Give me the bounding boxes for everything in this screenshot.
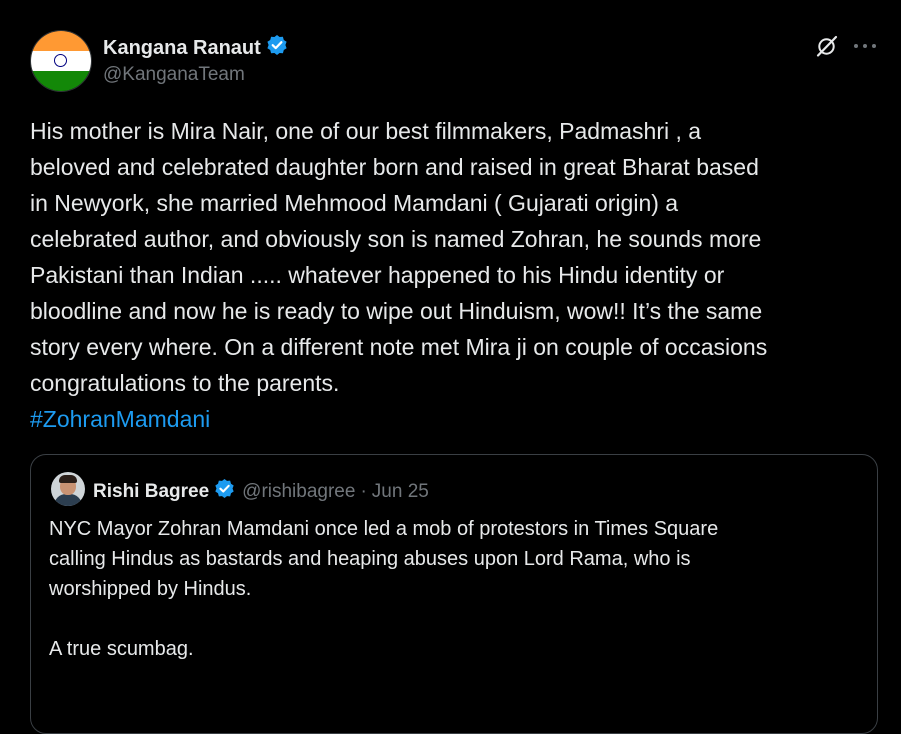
quoted-closing: A true scumbag. [49, 638, 194, 660]
quoted-line: worshipped by Hindus. [49, 578, 252, 600]
author-name[interactable]: Kangana Ranaut [103, 37, 261, 60]
tweet-line: His mother is Mira Nair, one of our best… [30, 118, 702, 144]
verified-badge-icon[interactable] [266, 34, 288, 62]
avatar-shirt [54, 494, 82, 506]
flag-white-band [31, 51, 91, 71]
quoted-line: NYC Mayor Zohran Mamdani once led a mob … [49, 518, 719, 540]
quoted-author-handle[interactable]: @rishibagree [242, 481, 355, 503]
quoted-author-name[interactable]: Rishi Bagree [93, 481, 209, 503]
tweet-line: beloved and celebrated daughter born and… [30, 154, 759, 180]
tweet-line: bloodline and now he is ready to wipe ou… [30, 298, 763, 324]
flag-saffron-band [31, 31, 91, 51]
quoted-author-avatar[interactable] [51, 472, 85, 506]
author-avatar[interactable] [30, 30, 92, 92]
tweet-line: in Newyork, she married Mehmood Mamdani … [30, 190, 679, 216]
quoted-line: calling Hindus as bastards and heaping a… [49, 548, 691, 570]
flag-green-band [31, 71, 91, 91]
hashtag-link[interactable]: #ZohranMamdani [30, 401, 880, 437]
tweet-line: celebrated author, and obviously son is … [30, 226, 762, 252]
quoted-date[interactable]: Jun 25 [372, 481, 429, 503]
avatar-hair [59, 475, 77, 483]
quoted-tweet-card[interactable]: Rishi Bagree @rishibagree · Jun 25 NYC M… [30, 454, 878, 734]
ashoka-chakra-icon [54, 54, 67, 67]
tweet-body: His mother is Mira Nair, one of our best… [30, 113, 880, 437]
tweet-line: congratulations to the parents. [30, 370, 340, 396]
quoted-header: Rishi Bagree @rishibagree · Jun 25 [93, 478, 429, 505]
author-name-row: Kangana Ranaut [103, 34, 288, 62]
grok-icon[interactable] [815, 34, 839, 58]
verified-badge-icon[interactable] [214, 478, 235, 505]
quoted-body: NYC Mayor Zohran Mamdani once led a mob … [49, 514, 859, 664]
more-options-icon[interactable] [852, 34, 878, 58]
author-handle[interactable]: @KanganaTeam [103, 64, 245, 86]
tweet-line: story every where. On a different note m… [30, 334, 768, 360]
tweet-line: Pakistani than Indian ..... whatever hap… [30, 262, 725, 288]
separator-dot: · [360, 480, 367, 502]
